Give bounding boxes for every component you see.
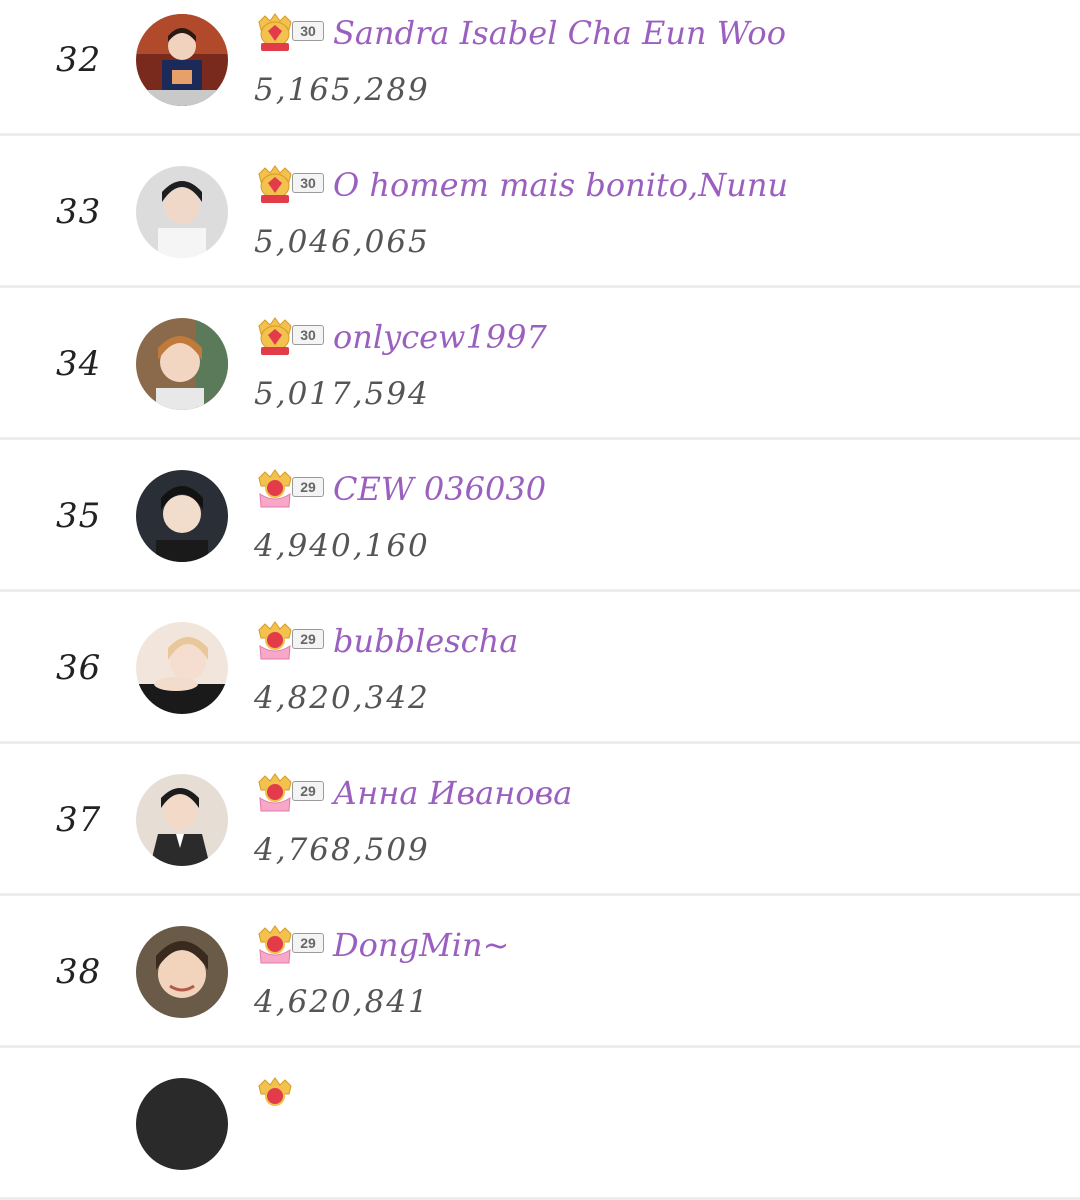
user-name[interactable]: Sandra Isabel Cha Eun Woo [333,14,786,52]
level-number: 30 [292,325,324,345]
pink-crown-icon [258,469,292,508]
user-score: 4,940,160 [254,528,430,564]
rank-number: 38 [56,952,102,992]
avatar[interactable] [136,318,228,410]
user-name[interactable]: onlycew1997 [333,318,547,356]
level-number: 29 [292,781,324,801]
level-badge: 29 [256,772,326,812]
level-badge: 30 [256,12,326,52]
avatar[interactable] [136,14,228,106]
ruby-crown-icon [258,317,292,355]
rank-number: 34 [56,344,102,384]
ruby-crown-icon [258,13,292,51]
list-item-partial[interactable] [0,1048,1080,1200]
level-number: 30 [292,173,324,193]
list-item[interactable]: 37 29 Анна Иванова 4,768,509 [0,744,1080,896]
rank-number: 36 [56,648,102,688]
level-number: 30 [292,21,324,41]
level-badge [256,1076,326,1116]
ruby-crown-icon [258,165,292,203]
rank-number: 35 [56,496,102,536]
avatar[interactable] [136,1078,228,1170]
level-badge: 30 [256,164,326,204]
level-badge: 29 [256,620,326,660]
ranking-list: 32 30 Sandra Isabel Cha Eun Woo 5,165,28… [0,0,1080,1200]
user-score: 5,017,594 [254,376,430,412]
user-name[interactable]: bubblescha [333,622,518,660]
level-badge: 29 [256,924,326,964]
user-name[interactable]: Анна Иванова [333,774,572,812]
list-item[interactable]: 32 30 Sandra Isabel Cha Eun Woo 5,165,28… [0,0,1080,136]
avatar[interactable] [136,166,228,258]
level-number: 29 [292,477,324,497]
avatar[interactable] [136,774,228,866]
pink-crown-icon [258,621,292,660]
rank-number: 33 [56,192,102,232]
list-item[interactable]: 35 29 CEW 036030 4,940,160 [0,440,1080,592]
pink-crown-icon [258,1077,292,1106]
list-item[interactable]: 36 29 bubblescha 4,820,342 [0,592,1080,744]
rank-number: 32 [56,40,102,80]
list-item[interactable]: 34 30 onlycew1997 5,017,594 [0,288,1080,440]
level-number: 29 [292,629,324,649]
avatar[interactable] [136,622,228,714]
user-name[interactable]: O homem mais bonito,Nunu [333,166,788,204]
pink-crown-icon [258,773,292,812]
user-score: 5,165,289 [254,72,430,108]
user-score: 4,620,841 [254,984,430,1020]
list-item[interactable]: 38 29 DongMin~ 4,620,841 [0,896,1080,1048]
user-score: 4,820,342 [254,680,430,716]
level-badge: 30 [256,316,326,356]
user-name[interactable]: DongMin~ [333,926,509,964]
avatar[interactable] [136,470,228,562]
level-badge: 29 [256,468,326,508]
avatar[interactable] [136,926,228,1018]
level-number: 29 [292,933,324,953]
list-item[interactable]: 33 30 O homem mais bonito,Nunu 5,046,065 [0,136,1080,288]
user-score: 4,768,509 [254,832,430,868]
rank-number: 37 [56,800,102,840]
user-score: 5,046,065 [254,224,430,260]
user-name[interactable]: CEW 036030 [333,470,546,508]
pink-crown-icon [258,925,292,964]
